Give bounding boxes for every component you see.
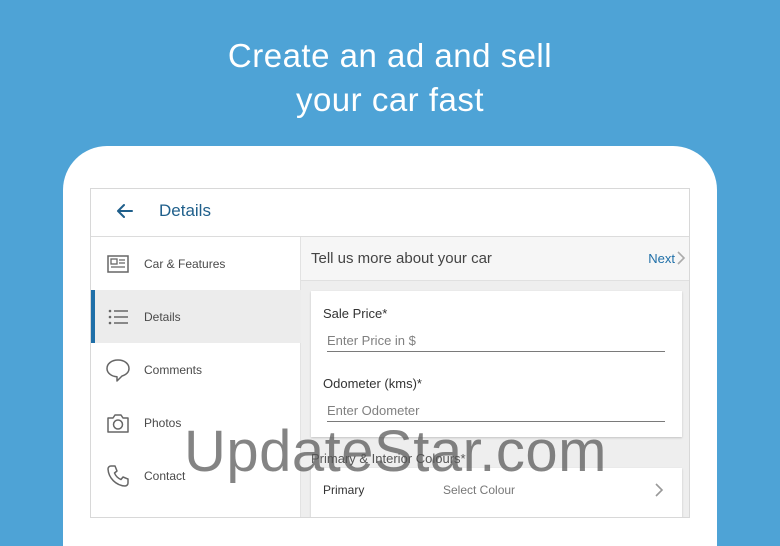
document-icon	[107, 255, 129, 273]
watermark-text: UpdateStar.com	[184, 419, 607, 484]
next-button[interactable]: Next	[648, 251, 675, 266]
chevron-right-icon	[655, 483, 664, 497]
arrow-left-icon[interactable]	[113, 199, 137, 223]
sale-price-label: Sale Price*	[323, 306, 388, 321]
promo-headline: Create an ad and sell your car fast	[0, 34, 780, 122]
sidebar-item-label: Photos	[144, 416, 182, 430]
price-odometer-card: Sale Price* Odometer (kms)*	[311, 291, 682, 437]
primary-colour-select[interactable]: Select Colour	[443, 483, 515, 497]
list-icon	[108, 309, 128, 325]
sidebar-item-details[interactable]: Details	[91, 290, 301, 343]
panel-title: Tell us more about your car	[311, 250, 492, 267]
panel-header: Tell us more about your car Next	[301, 237, 689, 281]
sidebar-item-label: Comments	[144, 363, 203, 377]
headline-line-1: Create an ad and sell	[227, 37, 553, 74]
phone-icon	[107, 465, 129, 487]
sidebar-item-label: Details	[144, 310, 181, 324]
sidebar-item-label: Contact	[144, 469, 186, 483]
app-bar: Details	[91, 189, 689, 237]
sidebar-item-label: Car & Features	[144, 257, 226, 271]
headline-line-2: your car fast	[295, 81, 485, 118]
chevron-right-icon[interactable]	[675, 250, 687, 266]
odometer-label: Odometer (kms)*	[323, 376, 422, 391]
page-title: Details	[159, 201, 211, 220]
camera-icon	[107, 414, 129, 433]
primary-colour-label: Primary	[323, 483, 365, 497]
chat-bubble-icon	[106, 359, 130, 382]
sale-price-input[interactable]	[327, 329, 665, 352]
sidebar-item-comments[interactable]: Comments	[91, 343, 301, 396]
sidebar-item-car-features[interactable]: Car & Features	[91, 237, 301, 290]
